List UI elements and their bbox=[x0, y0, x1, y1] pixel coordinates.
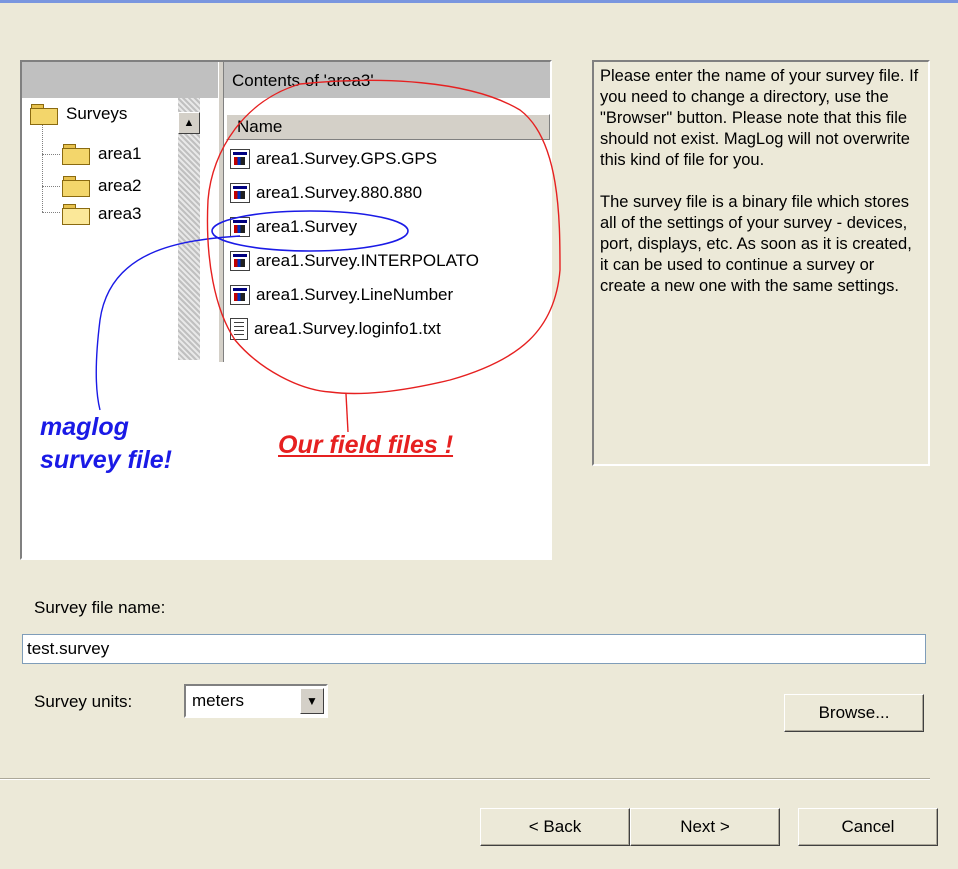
column-header-name[interactable]: Name bbox=[226, 114, 550, 140]
survey-units-label: Survey units: bbox=[34, 692, 133, 711]
folder-icon bbox=[62, 176, 90, 197]
tree-header bbox=[22, 62, 218, 98]
list-item[interactable]: area1.Survey.GPS.GPS bbox=[230, 144, 437, 174]
list-item[interactable]: area1.Survey.loginfo1.txt bbox=[230, 314, 441, 344]
tree-item-label: Surveys bbox=[66, 104, 128, 123]
list-item[interactable]: area1.Survey.LineNumber bbox=[230, 280, 453, 310]
pane-splitter[interactable] bbox=[218, 62, 224, 362]
list-item[interactable]: area1.Survey bbox=[230, 212, 357, 242]
folder-icon bbox=[30, 104, 58, 125]
tree-scrollbar[interactable]: ▲ bbox=[178, 98, 200, 360]
back-button[interactable]: < Back bbox=[480, 808, 630, 846]
tree-item-surveys[interactable]: Surveys bbox=[30, 102, 129, 126]
dropdown-arrow-icon[interactable]: ▼ bbox=[300, 688, 324, 714]
next-button[interactable]: Next > bbox=[630, 808, 780, 846]
cancel-button[interactable]: Cancel bbox=[798, 808, 938, 846]
triangle-up-icon: ▲ bbox=[183, 117, 195, 129]
text-file-icon bbox=[230, 318, 248, 340]
tree-item-area1[interactable]: area1 bbox=[62, 142, 143, 166]
folder-icon bbox=[62, 144, 90, 165]
top-border bbox=[0, 0, 958, 3]
separator bbox=[0, 778, 930, 780]
tree-connector bbox=[42, 186, 60, 187]
survey-file-name-label: Survey file name: bbox=[34, 598, 166, 617]
exe-icon bbox=[230, 183, 250, 203]
tree-connector bbox=[42, 212, 60, 213]
file-name: area1.Survey.GPS.GPS bbox=[256, 149, 438, 168]
file-name: area1.Survey.INTERPOLATO bbox=[256, 251, 479, 270]
help-panel: Please enter the name of your survey fil… bbox=[592, 60, 930, 466]
maglog-annotation-line1: maglog bbox=[40, 413, 129, 441]
file-name: area1.Survey.LineNumber bbox=[256, 285, 454, 304]
tree-item-label: area2 bbox=[98, 176, 142, 195]
survey-file-name-input[interactable]: test.survey bbox=[22, 634, 926, 664]
scroll-up-button[interactable]: ▲ bbox=[178, 112, 200, 134]
browse-button[interactable]: Browse... bbox=[784, 694, 924, 732]
exe-icon bbox=[230, 285, 250, 305]
file-explorer: Contents of 'area3' Surveys area1 area2 … bbox=[20, 60, 552, 560]
survey-units-value: meters bbox=[192, 691, 244, 710]
tree-item-area2[interactable]: area2 bbox=[62, 174, 143, 198]
list-item[interactable]: area1.Survey.INTERPOLATO bbox=[230, 246, 479, 276]
field-files-annotation: Our field files ! bbox=[278, 431, 454, 459]
file-name: area1.Survey.loginfo1.txt bbox=[254, 319, 441, 338]
tree-item-area3[interactable]: area3 bbox=[62, 202, 143, 226]
open-folder-icon bbox=[62, 204, 90, 225]
file-list: area1.Survey.GPS.GPS area1.Survey.880.88… bbox=[226, 140, 550, 360]
file-name: area1.Survey.880.880 bbox=[256, 183, 423, 202]
list-item[interactable]: area1.Survey.880.880 bbox=[230, 178, 422, 208]
tree-connector bbox=[42, 154, 60, 155]
maglog-annotation-line2: survey file! bbox=[40, 446, 173, 474]
tree-item-label: area1 bbox=[98, 144, 142, 163]
tree-item-label: area3 bbox=[98, 204, 142, 223]
contents-header: Contents of 'area3' bbox=[224, 62, 550, 98]
exe-icon bbox=[230, 149, 250, 169]
survey-units-select[interactable]: meters ▼ bbox=[184, 684, 328, 718]
help-paragraph-1: Please enter the name of your survey fil… bbox=[600, 67, 919, 169]
help-paragraph-2: The survey file is a binary file which s… bbox=[600, 193, 912, 295]
exe-icon bbox=[230, 217, 250, 237]
exe-icon bbox=[230, 251, 250, 271]
tree-connector bbox=[42, 122, 43, 212]
file-name: area1.Survey bbox=[256, 217, 358, 236]
